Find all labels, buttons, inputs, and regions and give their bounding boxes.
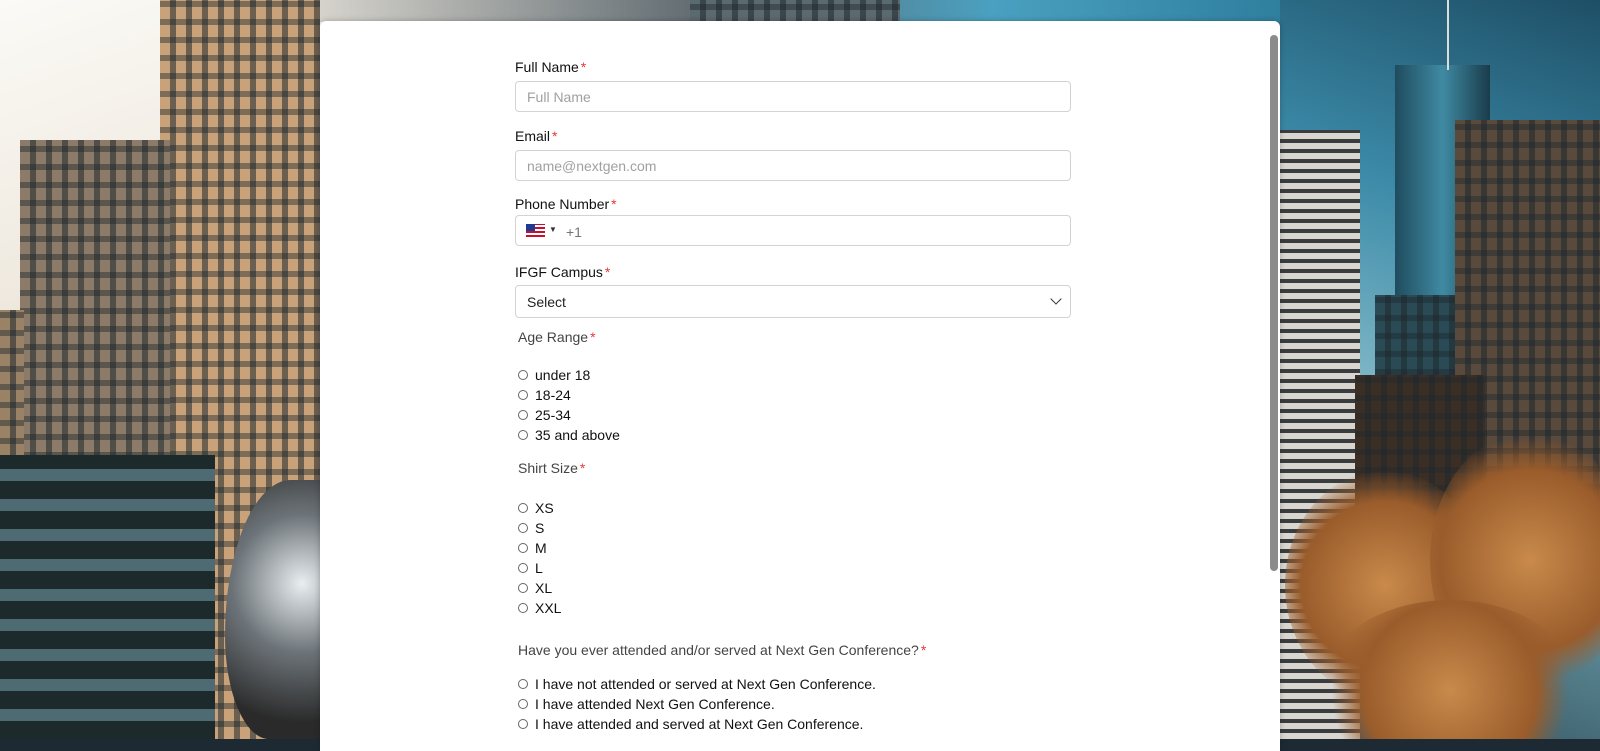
radio-button[interactable] [518,583,528,593]
option-label: XL [535,580,553,596]
required-marker: * [604,264,611,280]
age-option-under-18[interactable]: under 18 [518,366,590,384]
radio-button[interactable] [518,523,528,533]
age-option-18-24[interactable]: 18-24 [518,386,571,404]
radio-button[interactable] [518,679,528,689]
required-marker: * [611,196,617,212]
attendance-option-none[interactable]: I have not attended or served at Next Ge… [518,675,876,693]
full-name-label: Full Name * [515,59,586,75]
radio-button[interactable] [518,430,528,440]
phone-label: Phone Number * [515,196,617,212]
option-label: I have attended and served at Next Gen C… [535,716,864,732]
attendance-label-text: Have you ever attended and/or served at … [518,642,919,658]
attendance-option-attended-served[interactable]: I have attended and served at Next Gen C… [518,715,863,733]
shirt-option-xs[interactable]: XS [518,499,554,517]
building [0,455,215,739]
option-label: under 18 [535,367,591,383]
campus-label-text: IFGF Campus [515,264,603,280]
option-label: XXL [535,600,562,616]
building [1447,0,1449,70]
radio-button[interactable] [518,370,528,380]
required-marker: * [590,329,596,345]
radio-button[interactable] [518,410,528,420]
option-label: S [535,520,545,536]
option-label: 25-34 [535,407,571,423]
shirt-option-m[interactable]: M [518,539,547,557]
required-marker: * [552,128,558,144]
required-marker: * [579,460,586,476]
attendance-option-attended[interactable]: I have attended Next Gen Conference. [518,695,775,713]
phone-field: ▼ [515,215,1071,247]
phone-number-input[interactable] [564,216,1048,247]
age-range-label: Age Range * [518,329,596,345]
age-option-25-34[interactable]: 25-34 [518,406,571,424]
radio-button[interactable] [518,390,528,400]
registration-form-card: Full Name* Email* Phone Number* ▼ IFGF C… [320,21,1280,751]
email-label: Email * [515,128,557,144]
radio-button[interactable] [518,699,528,709]
option-label: I have not attended or served at Next Ge… [535,676,876,692]
shirt-option-xl[interactable]: XL [518,579,552,597]
option-label: M [535,540,547,556]
phone-label-text: Phone Number [515,196,610,212]
chevron-down-icon [1050,293,1062,305]
building [690,0,900,22]
age-option-35-above[interactable]: 35 and above [518,426,620,444]
shirt-option-xxl[interactable]: XXL [518,599,561,617]
option-label: I have attended Next Gen Conference. [535,696,775,712]
radio-button[interactable] [518,543,528,553]
option-label: L [535,560,543,576]
email-label-text: Email [515,128,551,144]
caret-down-icon[interactable]: ▼ [549,225,557,234]
radio-button[interactable] [518,503,528,513]
required-marker: * [580,59,587,75]
shirt-size-label-text: Shirt Size [518,460,578,476]
option-label: 18-24 [535,387,571,403]
radio-button[interactable] [518,719,528,729]
email-input[interactable] [515,150,1071,181]
radio-button[interactable] [518,563,528,573]
full-name-label-text: Full Name [515,59,579,75]
option-label: 35 and above [535,427,620,443]
required-marker: * [920,642,927,658]
age-range-label-text: Age Range [518,329,589,345]
campus-select-value: Select [527,294,566,310]
option-label: XS [535,500,554,516]
campus-label: IFGF Campus * [515,264,610,280]
shirt-option-l[interactable]: L [518,559,543,577]
us-flag-icon[interactable] [526,224,545,237]
attendance-label: Have you ever attended and/or served at … [518,642,926,658]
scrollbar[interactable] [1270,35,1278,571]
shirt-size-label: Shirt Size * [518,460,585,476]
campus-select[interactable]: Select [515,285,1071,318]
radio-button[interactable] [518,603,528,613]
full-name-input[interactable] [515,81,1071,112]
shirt-option-s[interactable]: S [518,519,544,537]
